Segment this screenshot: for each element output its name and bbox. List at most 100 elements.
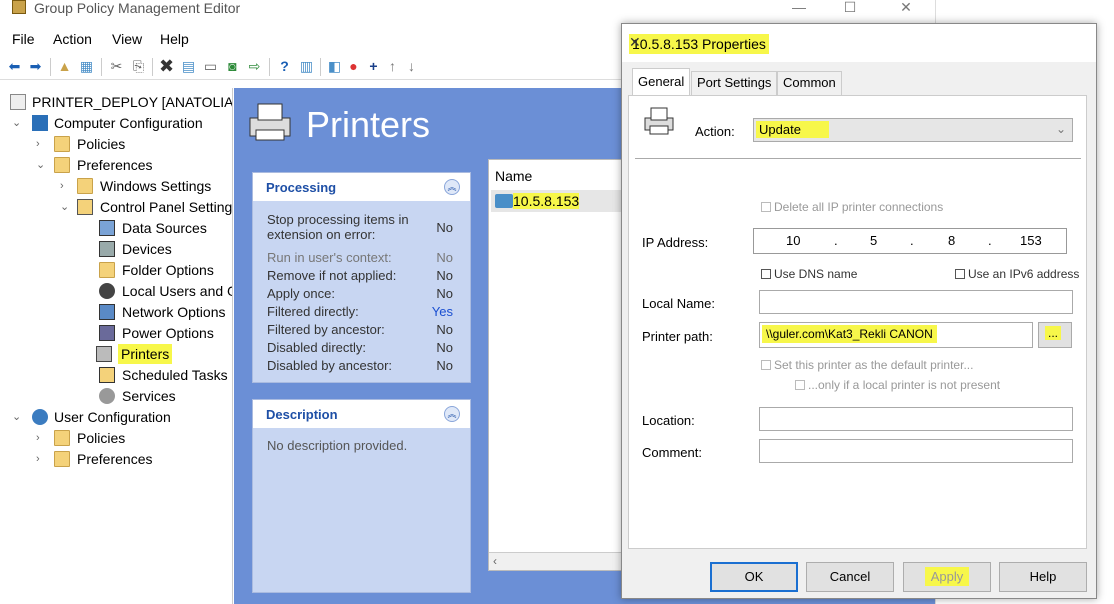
stop-icon[interactable]: ● (345, 58, 362, 74)
close-icon[interactable]: ✕ (629, 34, 1086, 51)
checkbox-label: ...only if a local printer is not presen… (808, 378, 1001, 392)
move-down-icon[interactable]: ↓ (403, 58, 420, 74)
export-icon[interactable]: ⇨ (246, 58, 263, 74)
separator (635, 158, 1081, 159)
tab-common[interactable]: Common (777, 71, 842, 95)
list-item[interactable]: 10.5.8.153 (491, 190, 631, 212)
properties-icon[interactable]: ▤ (180, 58, 197, 74)
forward-icon[interactable]: ➡ (27, 58, 44, 74)
action-value: Update (756, 121, 829, 138)
cancel-button[interactable]: Cancel (806, 562, 894, 592)
tree-label: Windows Settings (100, 178, 212, 194)
add-icon[interactable]: + (365, 58, 382, 74)
action-dropdown[interactable]: Update ⌄ (753, 118, 1073, 142)
expand-icon[interactable]: › (60, 176, 72, 196)
processing-value: No (436, 250, 453, 265)
print-icon[interactable]: ▭ (202, 58, 219, 74)
comment-input[interactable] (759, 439, 1073, 463)
ip-octet[interactable]: 153 (1020, 233, 1042, 248)
local-name-input[interactable] (759, 290, 1073, 314)
devices-icon (99, 241, 115, 257)
menu-view[interactable]: View (112, 31, 142, 47)
use-ipv6-checkbox[interactable]: Use an IPv6 address (955, 267, 1079, 281)
checkbox-box (761, 269, 771, 279)
delete-all-checkbox[interactable]: Delete all IP printer connections (761, 200, 943, 214)
printer-icon (644, 107, 674, 135)
show-hide-tree-icon[interactable]: ▦ (78, 58, 95, 74)
tree-label: Data Sources (122, 220, 207, 236)
show-pane-icon[interactable]: ▥ (298, 58, 315, 74)
ip-octet[interactable]: 5 (870, 233, 877, 248)
tree-label: Network Options (122, 304, 226, 320)
tree-label: Local Users and G (122, 283, 233, 299)
back-icon[interactable]: ⬅ (6, 58, 23, 74)
services-gear-icon (99, 388, 115, 404)
processing-row: Apply once: No (267, 286, 453, 301)
set-default-checkbox[interactable]: Set this printer as the default printer.… (761, 358, 973, 372)
tree-label: User Configuration (54, 409, 171, 425)
ip-octet[interactable]: 8 (948, 233, 955, 248)
checkbox-box (761, 360, 771, 370)
processing-value: No (436, 268, 453, 283)
column-header-name[interactable]: Name (495, 168, 532, 184)
use-dns-checkbox[interactable]: Use DNS name (761, 267, 857, 281)
control-panel-icon (77, 199, 93, 215)
browse-button[interactable]: ... (1038, 322, 1072, 348)
apply-button[interactable]: Apply (903, 562, 991, 592)
location-input[interactable] (759, 407, 1073, 431)
tab-general[interactable]: General (632, 68, 691, 96)
action-label: Action: (695, 124, 735, 139)
folder-icon (54, 451, 70, 467)
tree-label: Computer Configuration (54, 115, 203, 131)
collapse-icon[interactable]: ︽ (444, 406, 460, 422)
processing-value: No (436, 322, 453, 337)
collapse-icon[interactable]: ⌄ (36, 155, 48, 175)
collapse-icon[interactable]: ︽ (444, 179, 460, 195)
power-icon (99, 325, 115, 341)
maximize-button[interactable]: ☐ (830, 0, 870, 16)
app-icon (12, 0, 26, 14)
processing-header: Processing ︽ (253, 173, 470, 201)
processing-value: Yes (431, 304, 453, 319)
printer-path-input[interactable]: \\guler.com\Kat3_Rekli CANON (759, 322, 1033, 348)
ip-address-field[interactable]: 10 . 5 . 8 . 153 (753, 228, 1067, 254)
processing-label: Stop processing items in extension on er… (267, 212, 409, 242)
expand-icon[interactable]: › (36, 428, 48, 448)
refresh-icon[interactable]: ◙ (224, 58, 241, 74)
help-icon[interactable]: ? (276, 58, 293, 74)
menu-action[interactable]: Action (53, 31, 92, 47)
menu-file[interactable]: File (12, 31, 35, 47)
expand-icon[interactable]: › (36, 134, 48, 154)
menu-help[interactable]: Help (160, 31, 189, 47)
ok-button[interactable]: OK (710, 562, 798, 592)
delete-icon[interactable]: ✖ (158, 57, 175, 75)
printers-list: Name 10.5.8.153 ‹ (488, 159, 633, 571)
ip-octet[interactable]: 10 (786, 233, 800, 248)
toolbar-separator (101, 58, 102, 76)
horizontal-scrollbar[interactable]: ‹ (489, 552, 632, 570)
processing-label: Apply once: (267, 286, 335, 301)
move-up-icon[interactable]: ↑ (384, 58, 401, 74)
scheduled-tasks-icon (99, 367, 115, 383)
copy-icon[interactable]: ⎘ (130, 58, 147, 74)
processing-row: Run in user's context: No (267, 250, 453, 265)
collapse-icon[interactable]: ⌄ (12, 407, 24, 427)
new-item-icon[interactable]: ◧ (326, 58, 343, 74)
cut-icon[interactable]: ✂ (108, 58, 125, 74)
up-folder-icon[interactable]: ▲ (56, 58, 73, 74)
tree-label: Services (122, 388, 176, 404)
close-window-button[interactable]: ✕ (886, 0, 926, 16)
minimize-button[interactable]: — (779, 0, 819, 16)
description-header: Description ︽ (253, 400, 470, 428)
checkbox-box (955, 269, 965, 279)
scroll-left-icon[interactable]: ‹ (493, 554, 497, 568)
only-if-checkbox[interactable]: ...only if a local printer is not presen… (795, 378, 1000, 392)
help-button[interactable]: Help (999, 562, 1087, 592)
tab-port-settings[interactable]: Port Settings (691, 71, 778, 95)
collapse-icon[interactable]: ⌄ (60, 197, 72, 217)
collapse-icon[interactable]: ⌄ (12, 113, 24, 133)
printer-icon (96, 346, 112, 362)
browse-label: ... (1045, 326, 1062, 340)
expand-icon[interactable]: › (36, 449, 48, 469)
comment-label: Comment: (642, 445, 702, 460)
